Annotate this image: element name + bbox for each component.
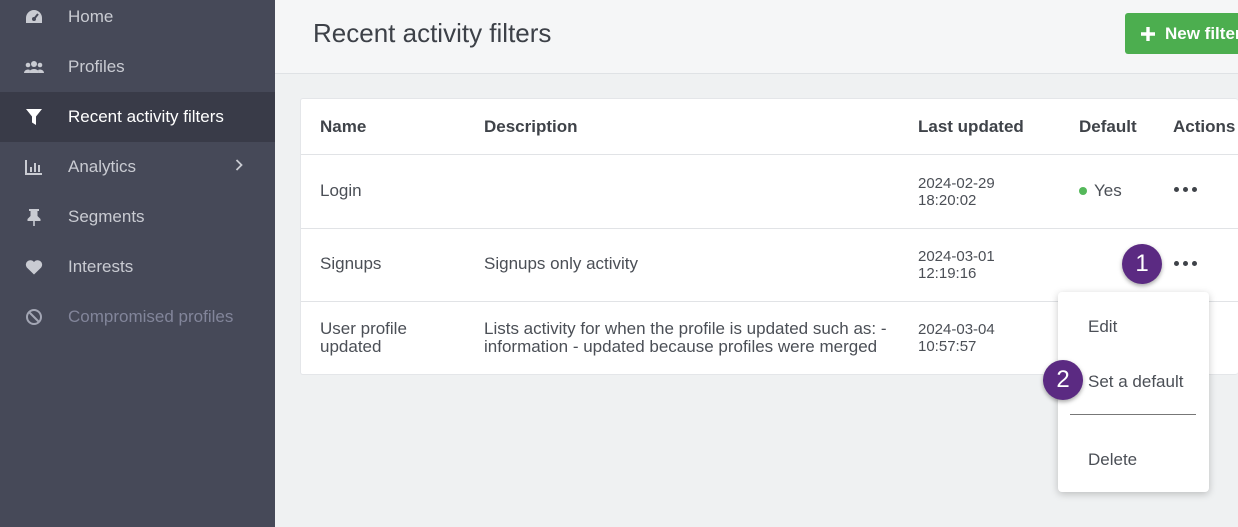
menu-item-delete[interactable]: Delete bbox=[1088, 450, 1137, 470]
row-date: 2024-02-29 bbox=[918, 175, 995, 192]
sidebar-item-analytics[interactable]: Analytics bbox=[0, 142, 275, 192]
row-name[interactable]: Signups bbox=[320, 255, 381, 273]
row-time: 18:20:02 bbox=[918, 192, 977, 209]
divider bbox=[301, 154, 1238, 155]
menu-item-set-default[interactable]: Set a default bbox=[1088, 372, 1183, 392]
row-description: Lists activity for when the profile is u… bbox=[484, 319, 887, 338]
sidebar-item-profiles[interactable]: Profiles bbox=[0, 42, 275, 92]
sidebar-item-segments[interactable]: Segments bbox=[0, 192, 275, 242]
new-filter-button[interactable]: New filter bbox=[1125, 13, 1238, 54]
menu-divider bbox=[1070, 414, 1196, 415]
filter-icon bbox=[24, 107, 44, 127]
heart-icon bbox=[24, 257, 44, 277]
chevron-right-icon bbox=[235, 158, 243, 176]
sidebar-item-compromised-profiles[interactable]: Compromised profiles bbox=[0, 292, 275, 342]
divider bbox=[301, 228, 1238, 229]
new-filter-label: New filter bbox=[1165, 23, 1238, 43]
users-icon bbox=[24, 57, 44, 77]
dashboard-icon bbox=[24, 7, 44, 27]
row-name[interactable]: Login bbox=[320, 182, 362, 200]
plus-icon bbox=[1141, 26, 1155, 41]
sidebar-item-interests[interactable]: Interests bbox=[0, 242, 275, 292]
page-header: Recent activity filters New filter bbox=[275, 0, 1238, 74]
sidebar: Home Profiles Recent activity filters An… bbox=[0, 0, 275, 527]
page-title: Recent activity filters bbox=[313, 18, 552, 48]
sidebar-item-home[interactable]: Home bbox=[0, 0, 275, 42]
row-actions-menu: Edit Set a default Delete bbox=[1058, 292, 1209, 492]
ban-icon bbox=[24, 307, 44, 327]
row-description: Signups only activity bbox=[484, 254, 639, 273]
default-dot-icon bbox=[1079, 186, 1087, 195]
column-header-name[interactable]: Name bbox=[320, 117, 366, 137]
row-name-line2[interactable]: updated bbox=[320, 338, 381, 356]
row-date: 2024-03-04 bbox=[918, 321, 995, 338]
callout-badge-1: 1 bbox=[1122, 244, 1162, 284]
sidebar-item-label: Segments bbox=[68, 207, 145, 226]
default-label: Yes bbox=[1094, 181, 1122, 200]
callout-badge-2: 2 bbox=[1043, 360, 1083, 400]
sidebar-item-label: Profiles bbox=[68, 57, 125, 76]
column-header-actions: Actions bbox=[1173, 117, 1236, 136]
column-header-last-updated[interactable]: Last updated bbox=[918, 117, 1024, 137]
column-header-description[interactable]: Description bbox=[484, 117, 578, 137]
sidebar-item-label: Interests bbox=[68, 257, 134, 276]
row-date: 2024-03-01 bbox=[918, 248, 995, 265]
sidebar-item-label: Recent activity filters bbox=[68, 107, 224, 126]
pushpin-icon bbox=[24, 207, 44, 227]
row-time: 10:57:57 bbox=[918, 338, 977, 355]
sidebar-item-recent-activity-filters[interactable]: Recent activity filters bbox=[0, 92, 275, 142]
column-header-default[interactable]: Default bbox=[1079, 117, 1137, 137]
row-time: 12:19:16 bbox=[918, 265, 977, 282]
row-name[interactable]: User profile bbox=[320, 320, 407, 338]
row-actions-button[interactable] bbox=[1174, 187, 1197, 192]
row-description-line2: information - updated because profiles w… bbox=[484, 337, 878, 356]
menu-item-edit[interactable]: Edit bbox=[1088, 317, 1117, 337]
row-actions-button[interactable] bbox=[1174, 261, 1197, 266]
default-status: Yes bbox=[1079, 182, 1122, 200]
sidebar-item-label: Compromised profiles bbox=[68, 307, 234, 326]
sidebar-item-label: Home bbox=[68, 7, 114, 26]
sidebar-item-label: Analytics bbox=[68, 157, 137, 176]
bar-chart-icon bbox=[24, 157, 44, 177]
